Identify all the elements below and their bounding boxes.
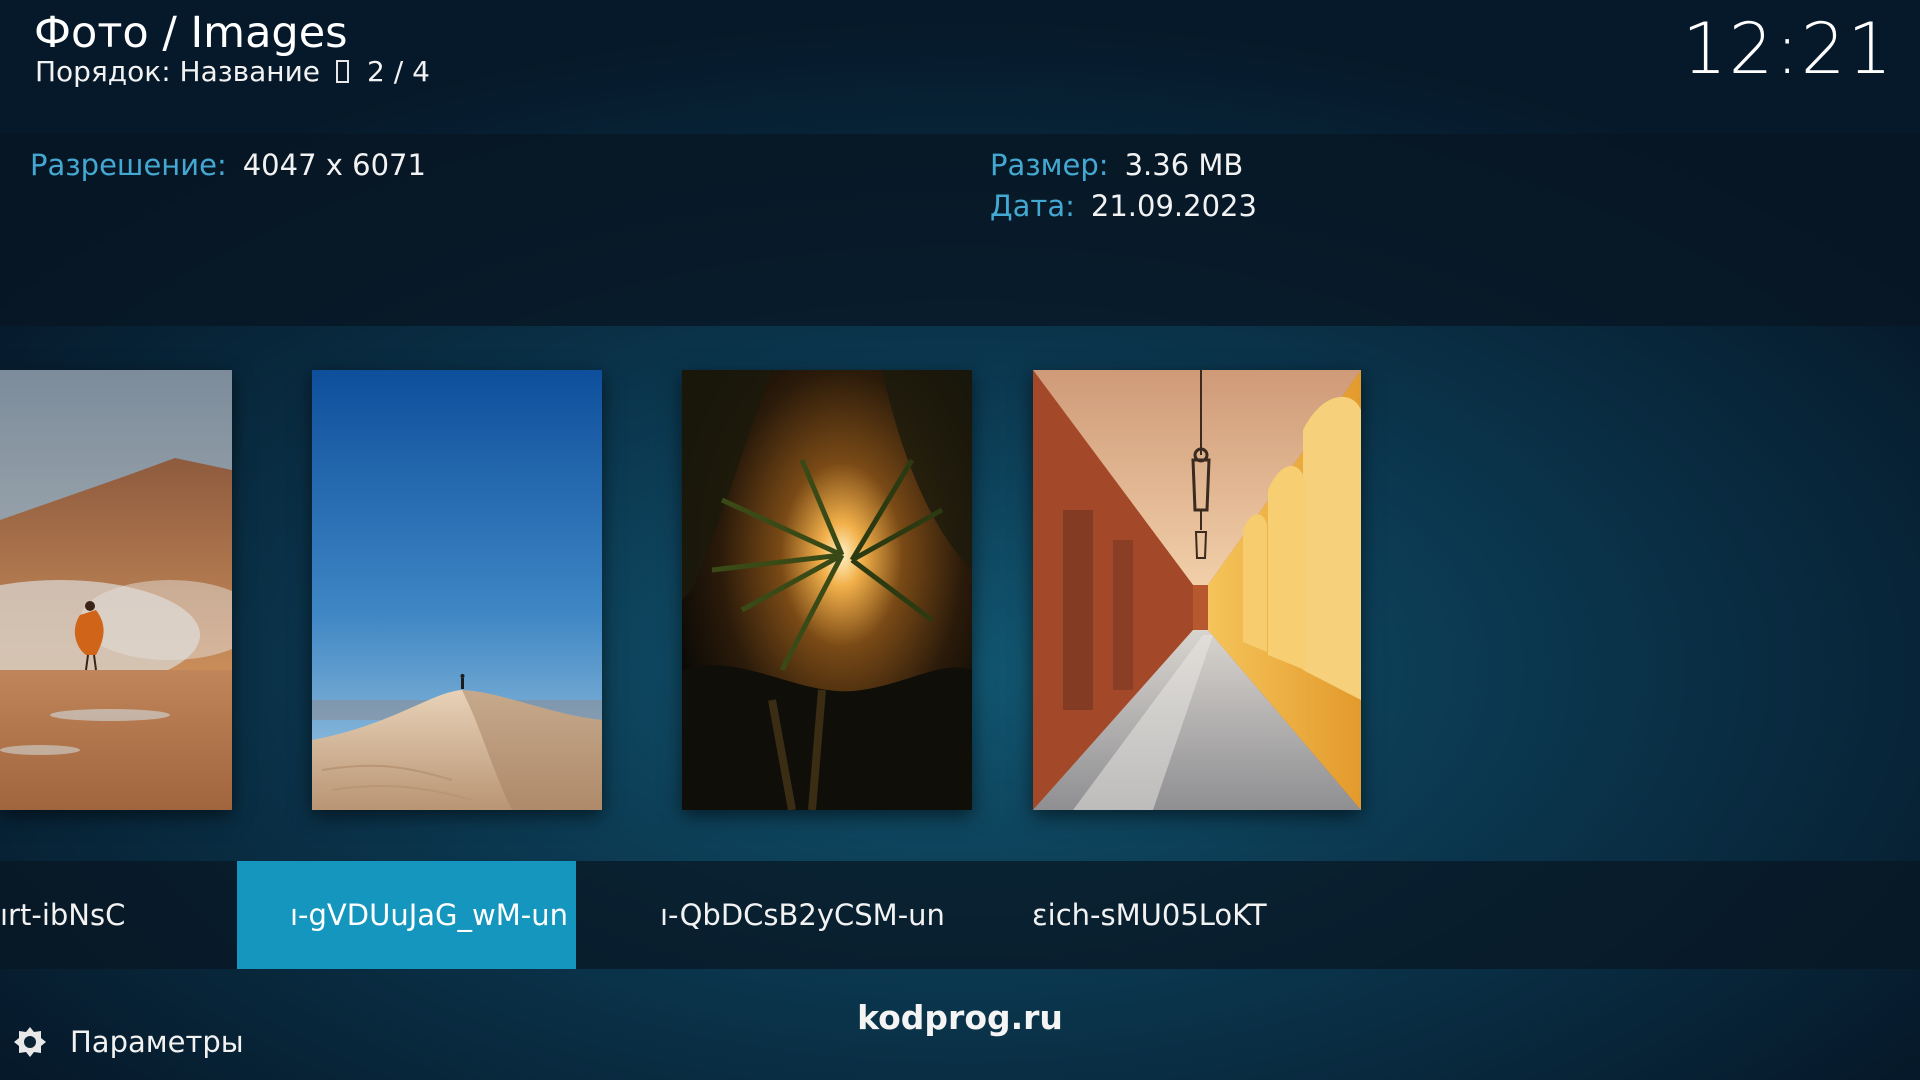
volcano-dancer-image [0, 370, 232, 810]
size-label: Размер: [990, 148, 1109, 182]
sort-order-icon [336, 60, 350, 83]
thumbnail-palm-sunlight[interactable] [682, 370, 972, 810]
info-panel: Разрешение: 4047 x 6071 Размер: 3.36 MB Да… [0, 134, 1920, 326]
header: Фото / Images Порядок: Название 2 / 4 12:… [0, 0, 1920, 132]
resolution-label: Разрешение: [30, 148, 227, 182]
size-row: Размер: 3.36 MB [990, 147, 1243, 183]
filename-label: ı-gVDUuJaG_wM-un [290, 898, 568, 932]
filename-item-4[interactable]: ɛich-sMU05LoKT [1032, 861, 1332, 969]
sort-label: Порядок: Название [35, 55, 321, 88]
resolution-row: Разрешение: 4047 x 6071 [30, 147, 426, 183]
sort-info: Порядок: Название 2 / 4 [35, 54, 430, 90]
watermark: kodprog.ru [857, 998, 1063, 1037]
arched-corridor-image [1033, 370, 1361, 810]
thumbnail-volcano-dancer[interactable] [0, 370, 232, 810]
page-title: Фото / Images [34, 8, 348, 58]
resolution-value: 4047 x 6071 [242, 148, 426, 182]
date-row: Дата: 21.09.2023 [990, 188, 1257, 224]
filename-label: ı-QbDCsB2yCSM-un [660, 898, 945, 932]
date-value: 21.09.2023 [1090, 189, 1257, 223]
date-label: Дата: [990, 189, 1075, 223]
filename-label: ırt-ibNsC [0, 898, 126, 932]
filename-item-1[interactable]: ırt-ibNsC [0, 861, 237, 969]
item-position: 2 / 4 [367, 55, 430, 88]
thumbnail-arched-corridor[interactable] [1033, 370, 1361, 810]
filename-item-3[interactable]: ı-QbDCsB2yCSM-un [660, 861, 960, 969]
filename-bar: ırt-ibNsC ı-gVDUuJaG_wM-un ı-QbDCsB2yCSM… [0, 861, 1920, 969]
clock: 12:21 [1682, 8, 1894, 90]
filename-item-2[interactable]: ı-gVDUuJaG_wM-un [237, 861, 576, 969]
desert-dune-image [312, 370, 602, 810]
filename-label: ɛich-sMU05LoKT [1032, 898, 1267, 932]
size-value: 3.36 MB [1124, 148, 1244, 182]
palm-sunlight-image [682, 370, 972, 810]
thumbnail-desert-dune[interactable] [312, 370, 602, 810]
